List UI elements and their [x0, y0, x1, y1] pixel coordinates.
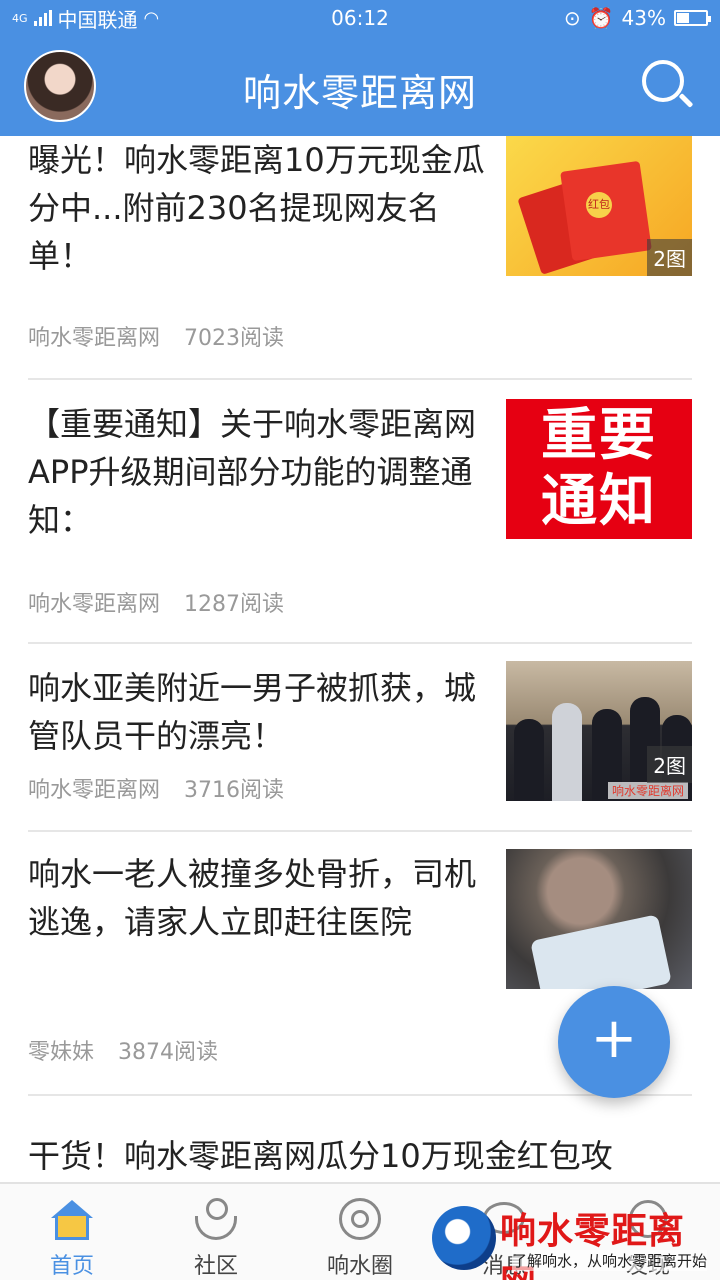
- battery-icon: [674, 10, 711, 26]
- tab-circle[interactable]: 响水圈: [288, 1184, 432, 1280]
- article-source: 响水零距离网: [28, 326, 161, 351]
- clock: 06:12: [331, 6, 389, 30]
- article-reads: 3874阅读: [118, 1040, 219, 1065]
- tab-label: 响水圈: [326, 1254, 393, 1279]
- image-count-badge: 2图: [647, 239, 692, 276]
- discover-icon: [625, 1198, 671, 1242]
- article-meta: 响水零距离网 7023阅读: [28, 320, 284, 352]
- article-title[interactable]: 响水一老人被撞多处骨折，司机逃逸，请家人立即赶往医院: [28, 850, 488, 946]
- tab-discover[interactable]: 发现: [576, 1184, 720, 1280]
- article-title[interactable]: 曝光！响水零距离10万元现金瓜分中...附前230名提现网友名单！: [28, 136, 488, 280]
- circle-icon: [337, 1198, 383, 1242]
- article-thumbnail[interactable]: 重要 通知: [506, 399, 692, 539]
- tab-community[interactable]: 社区: [144, 1184, 288, 1280]
- search-icon[interactable]: [640, 58, 694, 114]
- article-reads: 7023阅读: [184, 326, 285, 351]
- list-item[interactable]: 响水亚美附近一男子被抓获，城管队员干的漂亮！ 响水零距离网 3716阅读 响水零…: [28, 644, 692, 832]
- article-thumbnail[interactable]: 响水零距离网 2图: [506, 661, 692, 801]
- article-thumbnail[interactable]: [506, 849, 692, 989]
- list-item[interactable]: 干货！响水零距离网瓜分10万现金红包攻: [28, 1096, 692, 1182]
- community-icon: [193, 1198, 239, 1242]
- message-icon: [481, 1198, 527, 1242]
- red-packet-label: 红包: [586, 192, 612, 218]
- article-meta: 零妹妹 3874阅读: [28, 1034, 218, 1066]
- tab-home[interactable]: 首页: [0, 1184, 144, 1280]
- article-meta: 响水零距离网 3716阅读: [28, 772, 284, 804]
- notice-image-text: 重要 通知: [541, 403, 657, 534]
- list-item[interactable]: 曝光！响水零距离10万元现金瓜分中...附前230名提现网友名单！ 响水零距离网…: [28, 136, 692, 380]
- article-reads: 3716阅读: [184, 778, 285, 803]
- article-title[interactable]: 【重要通知】关于响水零距离网APP升级期间部分功能的调整通知：: [28, 400, 488, 544]
- article-source: 响水零距离网: [28, 592, 161, 617]
- article-title[interactable]: 响水亚美附近一男子被抓获，城管队员干的漂亮！: [28, 664, 488, 760]
- status-bar: 4G 中国联通 ◠ 06:12 ⊙ ⏰ 43%: [0, 0, 720, 36]
- tab-label: 社区: [193, 1254, 238, 1279]
- article-title[interactable]: 干货！响水零距离网瓜分10万现金红包攻: [28, 1132, 692, 1180]
- tab-label: 消息: [481, 1254, 526, 1279]
- list-item[interactable]: 【重要通知】关于响水零距离网APP升级期间部分功能的调整通知： 响水零距离网 1…: [28, 380, 692, 644]
- photo-watermark: 响水零距离网: [607, 782, 688, 799]
- page-title: 响水零距离网: [242, 71, 477, 115]
- article-meta: 响水零距离网 1287阅读: [28, 586, 284, 618]
- article-thumbnail[interactable]: 红包 2图: [506, 136, 692, 276]
- compose-fab-button[interactable]: +: [558, 986, 670, 1098]
- tab-label: 发现: [625, 1254, 670, 1279]
- article-source: 零妹妹: [28, 1040, 95, 1065]
- home-icon: [49, 1198, 95, 1242]
- image-count-badge: 2图: [647, 746, 692, 783]
- plus-icon: +: [590, 1006, 638, 1071]
- app-header: 响水零距离网: [0, 36, 720, 136]
- article-reads: 1287阅读: [184, 592, 285, 617]
- tab-messages[interactable]: 消息: [432, 1184, 576, 1280]
- article-source: 响水零距离网: [28, 778, 161, 803]
- bottom-tab-bar: 首页 社区 响水圈 消息 发现: [0, 1182, 720, 1280]
- tab-label: 首页: [49, 1254, 94, 1279]
